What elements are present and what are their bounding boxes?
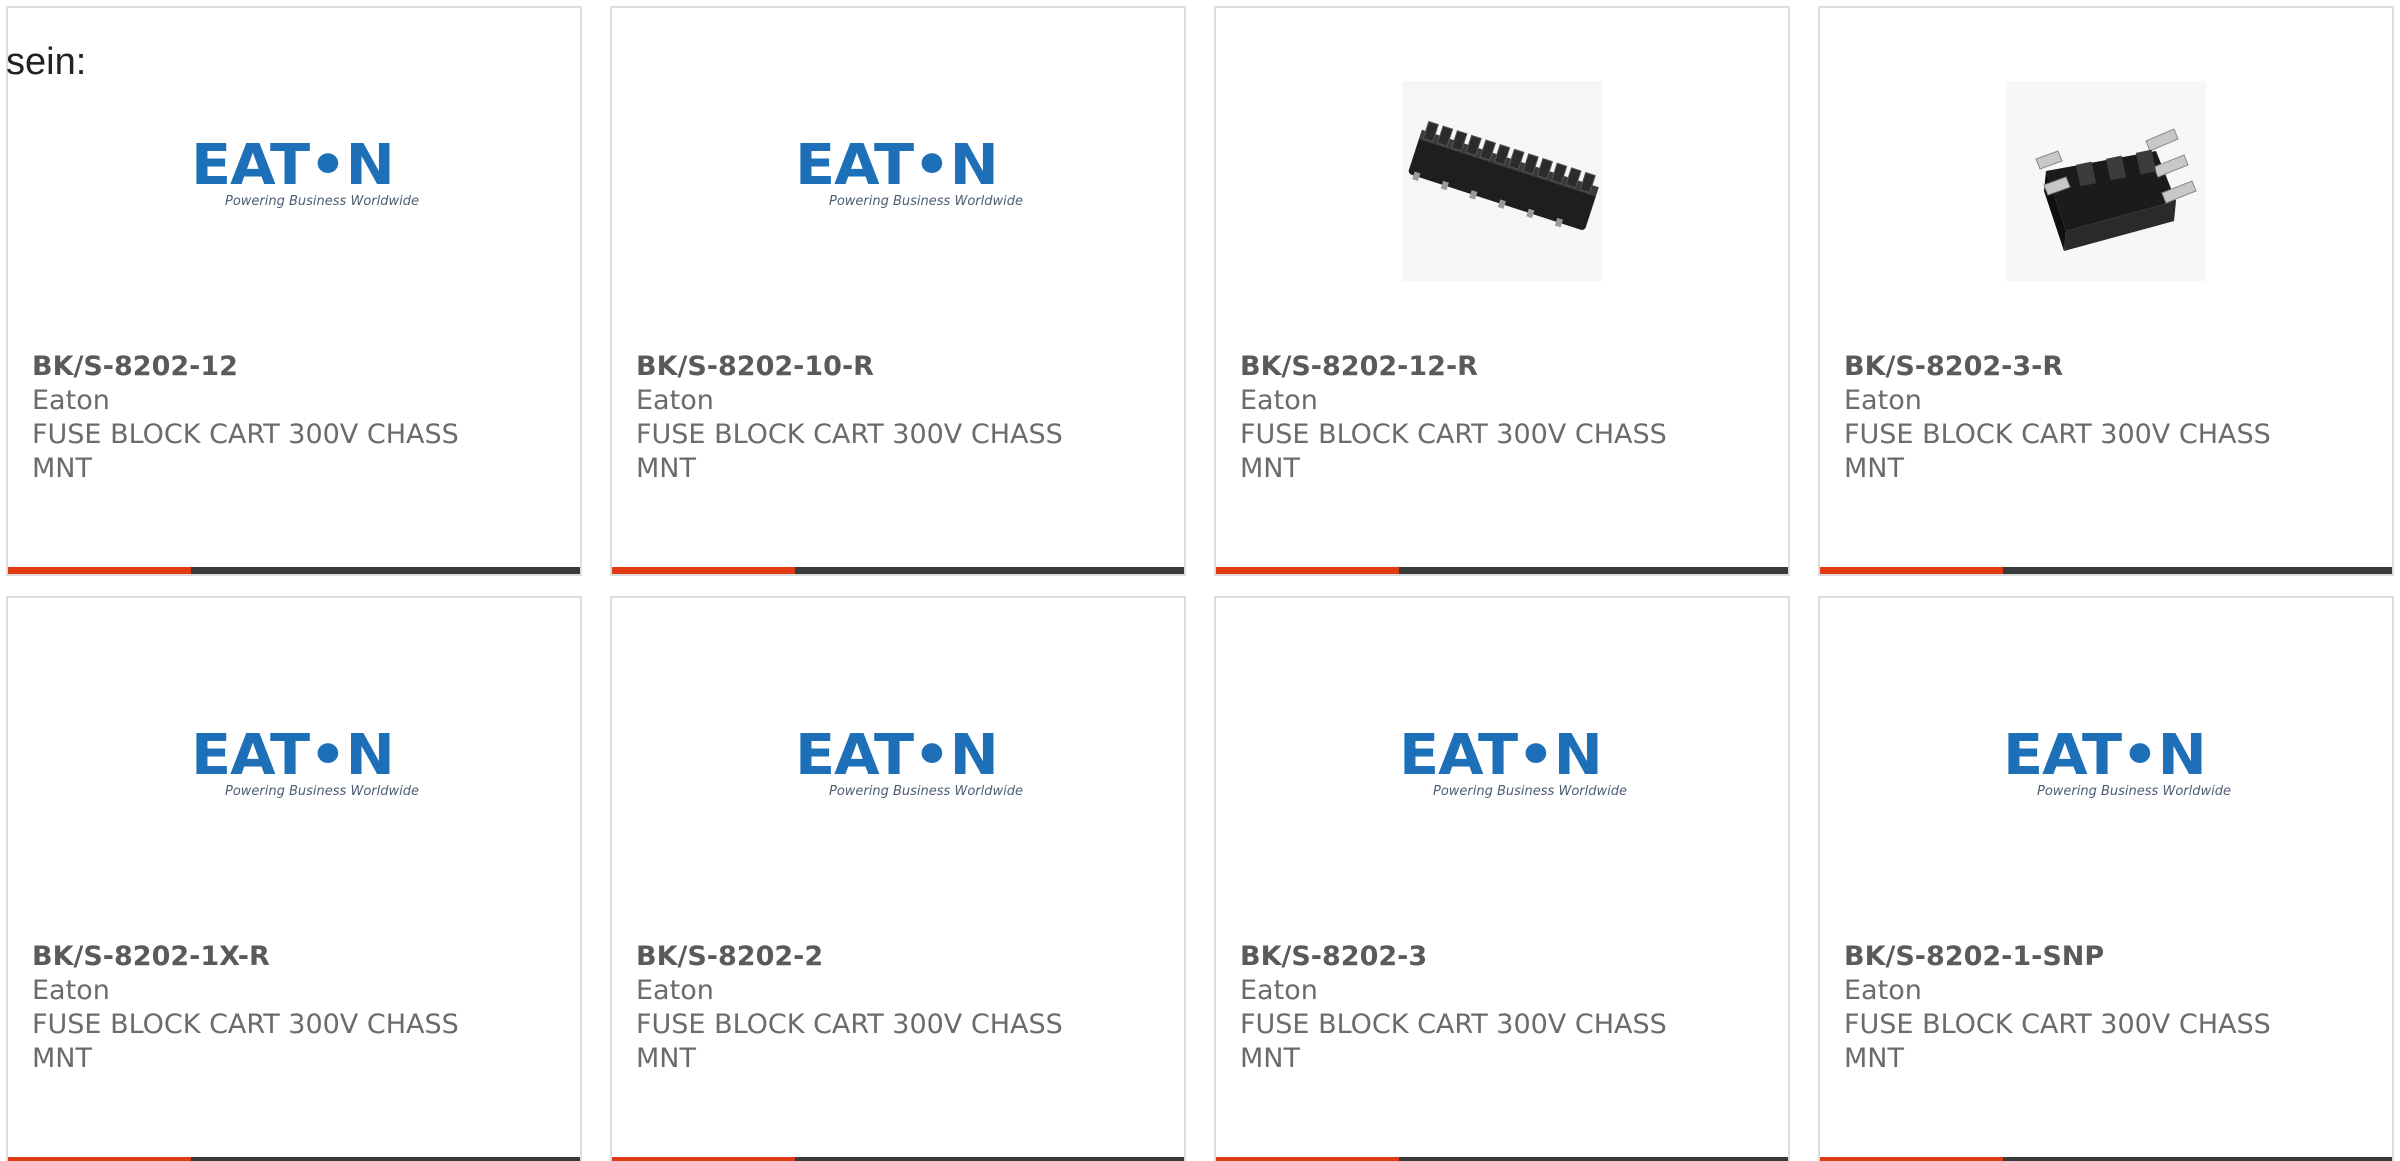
eaton-logo: EAT•N Powering Business Worldwide — [191, 723, 419, 800]
manufacturer: Eaton — [1240, 975, 1318, 1006]
fuse-block-12-pole-photo — [1402, 81, 1602, 281]
card-bottom-bar — [8, 567, 580, 574]
product-card[interactable]: BK/S-8202-3-R Eaton FUSE BLOCK CART 300V… — [1818, 6, 2394, 576]
part-number-link[interactable]: BK/S-8202-1X-R — [32, 940, 556, 974]
product-card[interactable]: EAT•N Powering Business Worldwide BK/S-8… — [610, 596, 1186, 1161]
product-card[interactable]: EAT•N Powering Business Worldwide BK/S-8… — [6, 6, 582, 576]
manufacturer: Eaton — [636, 975, 714, 1006]
product-image[interactable]: EAT•N Powering Business Worldwide — [612, 76, 1184, 286]
product-image[interactable] — [1820, 76, 2392, 286]
manufacturer: Eaton — [636, 385, 714, 416]
part-number-link[interactable]: BK/S-8202-2 — [636, 940, 1160, 974]
product-image[interactable]: EAT•N Powering Business Worldwide — [8, 76, 580, 286]
product-card[interactable]: EAT•N Powering Business Worldwide BK/S-8… — [1818, 596, 2394, 1161]
product-description: FUSE BLOCK CART 300V CHASS MNT — [32, 1009, 459, 1074]
part-number-link[interactable]: BK/S-8202-3 — [1240, 940, 1764, 974]
manufacturer: Eaton — [32, 385, 110, 416]
product-image[interactable]: EAT•N Powering Business Worldwide — [1216, 666, 1788, 876]
product-grid-page: sein: EAT•N Powering Business Worldwide … — [0, 0, 2400, 1161]
product-description: FUSE BLOCK CART 300V CHASS MNT — [1844, 1009, 2271, 1074]
eaton-logo: EAT•N Powering Business Worldwide — [191, 133, 419, 210]
product-description: FUSE BLOCK CART 300V CHASS MNT — [1240, 419, 1667, 484]
card-bottom-bar — [612, 1157, 1184, 1161]
intro-text: sein: — [6, 41, 87, 83]
part-number-link[interactable]: BK/S-8202-12 — [32, 350, 556, 384]
part-number-link[interactable]: BK/S-8202-12-R — [1240, 350, 1764, 384]
product-description: FUSE BLOCK CART 300V CHASS MNT — [636, 1009, 1063, 1074]
part-number-link[interactable]: BK/S-8202-1-SNP — [1844, 940, 2368, 974]
card-bottom-bar — [8, 1157, 580, 1161]
product-image[interactable] — [1216, 76, 1788, 286]
product-card[interactable]: EAT•N Powering Business Worldwide BK/S-8… — [610, 6, 1186, 576]
eaton-logo: EAT•N Powering Business Worldwide — [795, 723, 1023, 800]
eaton-logo: EAT•N Powering Business Worldwide — [2003, 723, 2231, 800]
manufacturer: Eaton — [32, 975, 110, 1006]
product-card[interactable]: EAT•N Powering Business Worldwide BK/S-8… — [1214, 596, 1790, 1161]
product-card[interactable]: EAT•N Powering Business Worldwide BK/S-8… — [6, 596, 582, 1161]
product-image[interactable]: EAT•N Powering Business Worldwide — [612, 666, 1184, 876]
card-bottom-bar — [1820, 567, 2392, 574]
product-card[interactable]: BK/S-8202-12-R Eaton FUSE BLOCK CART 300… — [1214, 6, 1790, 576]
product-description: FUSE BLOCK CART 300V CHASS MNT — [1844, 419, 2271, 484]
part-number-link[interactable]: BK/S-8202-10-R — [636, 350, 1160, 384]
product-description: FUSE BLOCK CART 300V CHASS MNT — [1240, 1009, 1667, 1074]
fuse-block-3-pole-photo — [2006, 81, 2206, 281]
card-bottom-bar — [1216, 567, 1788, 574]
product-description: FUSE BLOCK CART 300V CHASS MNT — [636, 419, 1063, 484]
part-number-link[interactable]: BK/S-8202-3-R — [1844, 350, 2368, 384]
card-bottom-bar — [1216, 1157, 1788, 1161]
product-image[interactable]: EAT•N Powering Business Worldwide — [1820, 666, 2392, 876]
card-bottom-bar — [612, 567, 1184, 574]
product-description: FUSE BLOCK CART 300V CHASS MNT — [32, 419, 459, 484]
eaton-logo: EAT•N Powering Business Worldwide — [1399, 723, 1627, 800]
product-image[interactable]: EAT•N Powering Business Worldwide — [8, 666, 580, 876]
card-bottom-bar — [1820, 1157, 2392, 1161]
manufacturer: Eaton — [1844, 975, 1922, 1006]
eaton-logo: EAT•N Powering Business Worldwide — [795, 133, 1023, 210]
manufacturer: Eaton — [1844, 385, 1922, 416]
manufacturer: Eaton — [1240, 385, 1318, 416]
